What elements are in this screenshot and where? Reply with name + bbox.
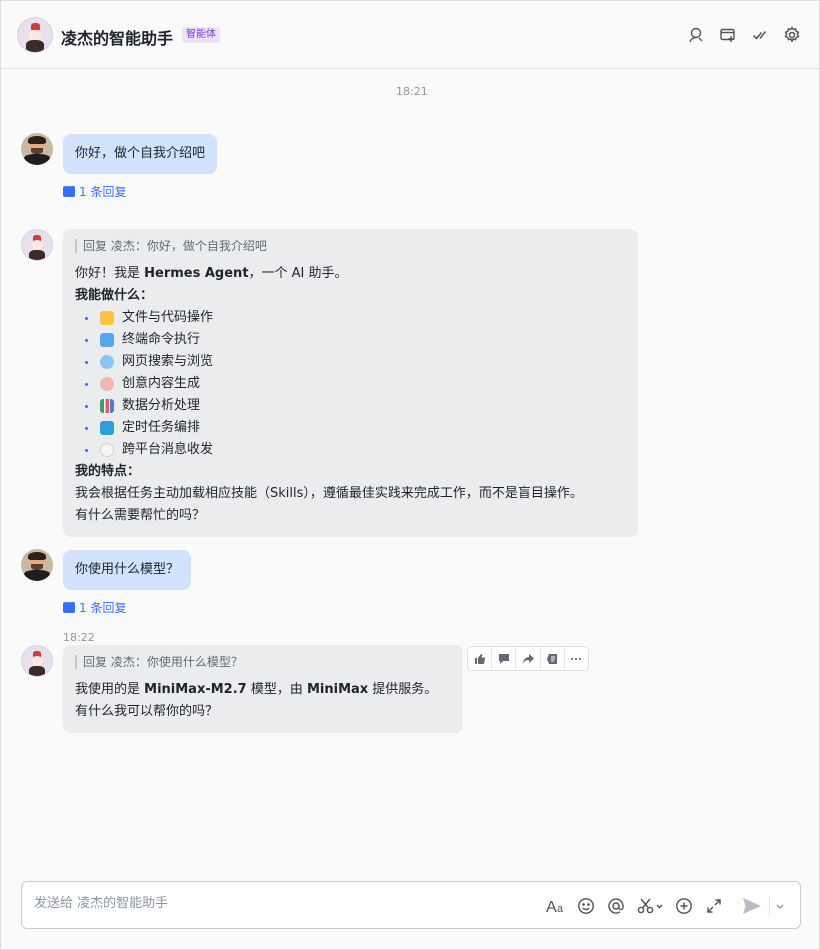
bot-avatar[interactable] (21, 229, 53, 261)
message-text: 你使用什么模型？ (75, 562, 180, 577)
reply-count-icon (63, 598, 75, 613)
message-action-toolbar (467, 646, 589, 671)
reply-count-icon (63, 182, 75, 197)
computer-icon (100, 333, 114, 347)
reply-count-label: 1 条回复 (79, 185, 127, 199)
message-text: 你好，做个自我介绍吧 (75, 146, 206, 161)
search-chat-icon[interactable] (686, 25, 706, 45)
traits-heading: 我的特点： (75, 464, 141, 479)
closing-text: 有什么需要帮忙的吗？ (75, 508, 206, 523)
expand-icon[interactable] (704, 896, 724, 916)
message-composer: Aa (21, 881, 801, 929)
bar-chart-icon (100, 399, 114, 413)
feature-item: 跨平台消息收发 (75, 439, 626, 461)
send-icon[interactable] (742, 896, 762, 916)
traits-text: 我会根据任务主动加载相应技能（Skills），遵循最佳实践来完成工作，而不是盲目… (75, 486, 583, 501)
user-message[interactable]: 你使用什么模型？ (63, 550, 192, 590)
feature-item: 创意内容生成 (75, 373, 626, 395)
svg-text:A: A (546, 899, 557, 914)
bot-message[interactable]: 回复 凌杰：你使用什么模型？ 我使用的是 MiniMax-M2.7 模型，由 M… (63, 645, 463, 733)
closing-text: 有什么我可以帮你的吗？ (75, 704, 219, 719)
speech-bubble-icon (100, 443, 114, 457)
screenshot-icon[interactable] (636, 896, 666, 916)
bot-avatar[interactable] (17, 17, 53, 53)
chat-title[interactable]: 凌杰的智能助手 (61, 25, 173, 49)
send-divider (769, 897, 770, 915)
feature-item: 文件与代码操作 (75, 307, 626, 329)
reply-icon[interactable] (492, 647, 517, 670)
mention-icon[interactable] (606, 896, 626, 916)
folder-icon (100, 311, 114, 325)
user-avatar[interactable] (21, 133, 53, 165)
palette-icon (100, 377, 114, 391)
feature-item: 网页搜索与浏览 (75, 351, 626, 373)
task-check-icon[interactable] (750, 25, 770, 45)
bot-message[interactable]: 回复 凌杰：你好，做个自我介绍吧 你好！我是 Hermes Agent，一个 A… (63, 229, 638, 537)
bot-avatar[interactable] (21, 645, 53, 677)
feature-list: 文件与代码操作 终端命令执行 网页搜索与浏览 创意内容生成 数据分析处理 定时任… (75, 307, 626, 461)
user-avatar[interactable] (21, 549, 53, 581)
chat-window: 凌杰的智能助手 智能体 18:21 你好，做个自我介绍吧 1 条回复 回复 凌杰… (0, 0, 820, 950)
user-message[interactable]: 你好，做个自我介绍吧 (63, 134, 218, 174)
send-options-icon[interactable] (772, 896, 788, 916)
more-icon[interactable] (565, 647, 588, 670)
feature-item: 终端命令执行 (75, 329, 626, 351)
timestamp: 18:21 (396, 85, 428, 98)
reply-quote[interactable]: 回复 凌杰：你好，做个自我介绍吧 (75, 239, 626, 253)
add-icon[interactable] (674, 896, 694, 916)
feature-item: 定时任务编排 (75, 417, 626, 439)
emoji-icon[interactable] (576, 896, 596, 916)
timestamp: 18:22 (63, 631, 95, 644)
forward-icon[interactable] (516, 647, 541, 670)
thumbs-up-icon[interactable] (468, 647, 493, 670)
add-to-sidebar-icon[interactable] (718, 25, 738, 45)
reply-quote[interactable]: 回复 凌杰：你使用什么模型？ (75, 655, 451, 669)
message-input[interactable] (34, 896, 514, 911)
thread-reply-link[interactable]: 1 条回复 (63, 182, 127, 200)
refresh-icon (100, 421, 114, 435)
model-line: 我使用的是 MiniMax-M2.7 模型，由 MiniMax 提供服务。 (75, 682, 438, 697)
settings-gear-icon[interactable] (782, 25, 802, 45)
reply-count-label: 1 条回复 (79, 601, 127, 615)
chat-header: 凌杰的智能助手 智能体 (1, 1, 819, 69)
font-format-icon[interactable]: Aa (546, 896, 566, 916)
pin-icon[interactable] (541, 647, 565, 670)
agent-tag: 智能体 (182, 27, 220, 43)
globe-icon (100, 355, 114, 369)
svg-text:a: a (557, 903, 564, 914)
thread-reply-link[interactable]: 1 条回复 (63, 598, 127, 616)
intro-line: 你好！我是 Hermes Agent，一个 AI 助手。 (75, 266, 348, 281)
can-do-heading: 我能做什么： (75, 288, 154, 303)
feature-item: 数据分析处理 (75, 395, 626, 417)
